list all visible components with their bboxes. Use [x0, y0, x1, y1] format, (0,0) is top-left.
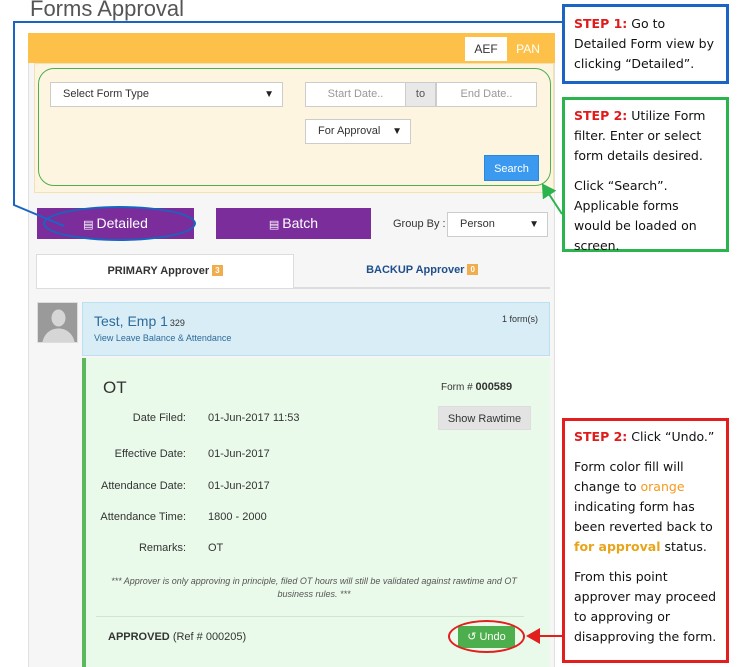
detailed-highlight: [43, 206, 196, 241]
page-title: Forms Approval: [30, 0, 185, 21]
form-count: 1 form(s): [502, 314, 538, 324]
ref-number: (Ref # 000205): [172, 631, 247, 643]
status-text: APPROVED: [108, 631, 170, 643]
tab-primary-label: PRIMARY Approver: [107, 265, 210, 277]
callout-text: indicating form has been reverted back t…: [574, 499, 713, 534]
field-value: 1800 - 2000: [208, 511, 267, 523]
field-value: 01-Jun-2017: [208, 480, 270, 492]
step3-callout: STEP 2: Click “Undo.” Form color fill wi…: [562, 418, 729, 663]
step-tag: STEP 2:: [574, 108, 628, 123]
field-label: Attendance Date:: [100, 480, 186, 492]
caret-down-icon: ▼: [529, 219, 539, 230]
for-approval-text: for approval: [574, 539, 661, 554]
search-button[interactable]: Search: [484, 155, 539, 181]
tab-pan[interactable]: PAN: [507, 37, 549, 61]
group-by-select[interactable]: Person ▼: [447, 212, 548, 237]
field-label: Date Filed:: [132, 412, 186, 424]
form-number-value: 000589: [475, 381, 513, 393]
approval-status: APPROVED (Ref # 000205): [108, 631, 246, 643]
callout-text: Click “Undo.”: [631, 429, 715, 444]
leave-balance-link[interactable]: View Leave Balance & Attendance: [94, 333, 231, 343]
batch-label: Batch: [282, 215, 319, 231]
field-value: 01-Jun-2017: [208, 448, 270, 460]
avatar: [37, 302, 78, 343]
orange-text: orange: [640, 479, 685, 494]
tabs-divider: [36, 288, 550, 289]
callout-text: Click “Search”. Applicable forms would b…: [574, 178, 697, 253]
employee-name-text: Test, Emp 1: [94, 313, 168, 329]
undo-highlight: [448, 620, 525, 653]
field-label: Remarks:: [138, 542, 186, 554]
count-badge: 3: [212, 265, 223, 276]
caret-down-icon: ▼: [392, 126, 402, 137]
form-type-title: OT: [103, 378, 127, 397]
status-select[interactable]: For Approval ▼: [305, 119, 411, 144]
caret-down-icon: ▼: [264, 89, 274, 100]
status-value: For Approval: [318, 125, 381, 137]
date-range-separator: to: [405, 82, 436, 107]
batch-button[interactable]: ▤ Batch: [216, 208, 371, 239]
approval-note: *** Approver is only approving in princi…: [111, 576, 517, 599]
show-rawtime-button[interactable]: Show Rawtime: [438, 406, 531, 430]
start-date-input[interactable]: Start Date..: [305, 82, 406, 107]
tab-aef[interactable]: AEF: [465, 37, 507, 61]
field-label: Effective Date:: [114, 448, 186, 460]
step-tag: STEP 2:: [574, 429, 628, 444]
form-type-select[interactable]: Select Form Type ▼: [50, 82, 283, 107]
form-number-label: Form #: [441, 382, 473, 393]
field-value: OT: [208, 542, 224, 554]
end-date-input[interactable]: End Date..: [436, 82, 537, 107]
divider: [96, 616, 524, 617]
tab-backup-approver[interactable]: BACKUP Approver 0: [294, 254, 550, 288]
list-icon: ▤: [268, 219, 280, 231]
employee-header: [82, 302, 550, 356]
form-type-value: Select Form Type: [63, 88, 149, 100]
callout-text: From this point approver may proceed to …: [574, 569, 717, 644]
step2-callout: STEP 2: Utilize Form filter. Enter or se…: [562, 97, 729, 253]
field-label: Attendance Time:: [100, 511, 186, 523]
form-number: Form # 000589: [441, 381, 512, 393]
tab-primary-approver[interactable]: PRIMARY Approver 3: [36, 254, 294, 288]
step1-callout: STEP 1: Go to Detailed Form view by clic…: [562, 4, 729, 84]
count-badge: 0: [467, 264, 478, 275]
tab-backup-label: BACKUP Approver: [366, 264, 465, 276]
step-tag: STEP 1:: [574, 16, 628, 31]
employee-name: Test, Emp 1 329: [94, 313, 185, 329]
person-icon: [38, 303, 77, 342]
group-by-value: Person: [460, 218, 495, 230]
group-by-label: Group By :: [393, 218, 446, 230]
employee-id: 329: [169, 318, 185, 328]
field-value: 01-Jun-2017 11:53: [208, 412, 300, 424]
callout-text: status.: [664, 539, 707, 554]
